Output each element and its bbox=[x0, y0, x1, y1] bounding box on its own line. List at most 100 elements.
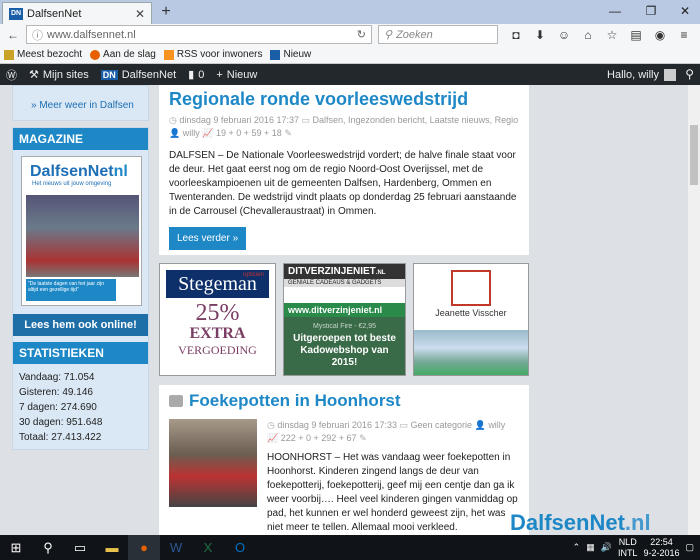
outlook-icon[interactable]: O bbox=[224, 535, 256, 560]
close-window-button[interactable]: ✕ bbox=[670, 0, 700, 22]
new-tab-button[interactable]: + bbox=[156, 2, 176, 22]
tab-title: DalfsenNet bbox=[27, 7, 82, 20]
stat-row: Vandaag: 71.054 bbox=[19, 372, 95, 383]
sites-icon: ⚒ bbox=[29, 69, 39, 81]
article-author[interactable]: willy bbox=[183, 128, 200, 138]
stat-row: 30 dagen: 951.648 bbox=[19, 417, 103, 428]
back-button[interactable]: ← bbox=[4, 26, 22, 44]
edit-icon[interactable]: ✎ bbox=[359, 433, 367, 443]
network-icon[interactable]: ▦ bbox=[586, 542, 595, 553]
magazine-photo bbox=[26, 195, 139, 277]
browser-tab[interactable]: DN DalfsenNet ✕ bbox=[2, 2, 152, 24]
ditv-url: www.ditverzinjeniet.nl bbox=[284, 303, 405, 317]
page-content: » Meer weer in Dalfsen MAGAZINE DalfsenN… bbox=[0, 85, 700, 535]
bookmark-list-icon[interactable]: ▤ bbox=[626, 26, 646, 44]
excel-icon[interactable]: X bbox=[192, 535, 224, 560]
article-card: Foekepotten in Hoonhorst ◷ dinsdag 9 feb… bbox=[159, 385, 529, 535]
chart-icon: 📈 bbox=[267, 433, 279, 443]
search-icon: ⚲ bbox=[384, 29, 393, 41]
stats-list: Vandaag: 71.054 Gisteren: 49.146 7 dagen… bbox=[13, 370, 148, 449]
chevron-up-icon[interactable]: ⌃ bbox=[573, 542, 581, 553]
ditv-subtitle: GENIALE CADEAUS & GADGETS bbox=[284, 279, 405, 287]
windows-start-icon[interactable]: ⊞ bbox=[0, 535, 32, 560]
wordpress-logo-icon[interactable]: Ⓦ bbox=[0, 64, 23, 85]
comments-link[interactable]: ▮ 0 bbox=[182, 64, 210, 85]
comment-icon: ▮ bbox=[188, 69, 195, 81]
article-category[interactable]: Geen categorie bbox=[411, 420, 473, 430]
sync-icon[interactable]: ◉ bbox=[650, 26, 670, 44]
lees-online-button[interactable]: Lees hem ook online! bbox=[13, 314, 148, 336]
task-view-icon[interactable]: ▭ bbox=[64, 535, 96, 560]
edit-icon[interactable]: ✎ bbox=[284, 128, 292, 138]
download-icon[interactable]: ⬇ bbox=[530, 26, 550, 44]
ditv-body: Mystical Fire - €2,95 Uitgeroepen tot be… bbox=[284, 317, 405, 375]
site-name-link[interactable]: DN DalfsenNet bbox=[95, 64, 182, 85]
magazine-cover[interactable]: DalfsenNetnl Het nieuws uit jouw omgevin… bbox=[21, 156, 142, 306]
read-more-button[interactable]: Lees verder » bbox=[169, 227, 247, 250]
bookmark-nieuw[interactable]: Nieuw bbox=[270, 49, 311, 60]
stegeman-vergoeding: VERGOEDING bbox=[178, 343, 257, 357]
new-content-link[interactable]: + Nieuw bbox=[210, 64, 263, 85]
bookmarks-toolbar: Meest bezocht Aan de slag RSS voor inwon… bbox=[0, 46, 700, 64]
chart-icon: 📈 bbox=[202, 128, 214, 138]
search-input[interactable]: ⚲ Zoeken bbox=[378, 25, 498, 44]
scrollbar[interactable] bbox=[688, 85, 700, 535]
system-tray: ⌃ ▦ 🔊 NLD INTL 22:54 9-2-2016 ▢ bbox=[573, 535, 700, 560]
magazine-header: MAGAZINE bbox=[13, 128, 148, 150]
clock-icon: ◷ bbox=[169, 115, 177, 125]
rss-icon bbox=[163, 49, 174, 60]
article-title[interactable]: Regionale ronde voorleeswedstrijd bbox=[169, 85, 519, 110]
maximize-button[interactable]: ❐ bbox=[636, 0, 666, 22]
bookmark-meest-bezocht[interactable]: Meest bezocht bbox=[4, 49, 82, 60]
ad-jeanette-visscher[interactable]: Jeanette Visscher bbox=[413, 263, 529, 376]
star-icon bbox=[4, 49, 14, 60]
article-author[interactable]: willy bbox=[488, 420, 505, 430]
info-icon[interactable]: ⓘ bbox=[32, 27, 43, 43]
mijn-sites-link[interactable]: ⚒ Mijn sites bbox=[23, 64, 95, 85]
stat-row: Totaal: 27.413.422 bbox=[19, 432, 102, 443]
close-tab-icon[interactable]: ✕ bbox=[135, 7, 145, 21]
jv-name: Jeanette Visscher bbox=[435, 308, 507, 318]
notification-icon[interactable]: ▢ bbox=[685, 542, 694, 553]
ad-ditverzinjeniet[interactable]: DITVERZINJENIET.NL GENIALE CADEAUS & GAD… bbox=[283, 263, 406, 376]
clock-icon: ◷ bbox=[267, 420, 275, 430]
dalfsennet-watermark: DalfsenNet.nl bbox=[510, 510, 651, 535]
magazine-subtitle: Het nieuws uit jouw omgeving bbox=[32, 181, 112, 187]
ditv-suffix: .NL bbox=[375, 270, 386, 276]
language-indicator[interactable]: NLD INTL bbox=[618, 537, 638, 559]
ad-stegeman[interactable]: Stegeman opticien 25% EXTRA VERGOEDING bbox=[159, 263, 276, 376]
article-photo[interactable] bbox=[169, 419, 257, 507]
home-icon[interactable]: ⌂ bbox=[578, 26, 598, 44]
url-text: www.dalfsennet.nl bbox=[47, 28, 136, 41]
clock[interactable]: 22:54 9-2-2016 bbox=[643, 537, 679, 559]
search-placeholder: Zoeken bbox=[396, 28, 433, 41]
article-title[interactable]: Foekepotten in Hoonhorst bbox=[189, 391, 401, 411]
search-icon[interactable]: ⚲ bbox=[685, 67, 694, 81]
minimize-button[interactable]: — bbox=[600, 0, 630, 22]
file-explorer-icon[interactable]: ▬ bbox=[96, 535, 128, 560]
main-content: Regionale ronde voorleeswedstrijd ◷ dins… bbox=[159, 85, 529, 535]
reload-icon[interactable]: ↻ bbox=[357, 28, 366, 41]
ditv-price: Mystical Fire - €2,95 bbox=[312, 323, 377, 330]
emoji-icon[interactable]: ☺ bbox=[554, 26, 574, 44]
address-bar[interactable]: ⓘ www.dalfsennet.nl ↻ bbox=[26, 25, 372, 44]
pocket-icon[interactable]: ◘ bbox=[506, 26, 526, 44]
firefox-icon[interactable]: ● bbox=[128, 535, 160, 560]
article-stats: 19 + 0 + 59 + 18 bbox=[215, 128, 282, 138]
ad-row: Stegeman opticien 25% EXTRA VERGOEDING D… bbox=[159, 263, 529, 376]
bookmark-star-icon[interactable]: ☆ bbox=[602, 26, 622, 44]
meer-weer-link[interactable]: » Meer weer in Dalfsen bbox=[13, 86, 148, 120]
volume-icon[interactable]: 🔊 bbox=[601, 542, 612, 553]
word-icon[interactable]: W bbox=[160, 535, 192, 560]
menu-icon[interactable]: ≡ bbox=[674, 26, 694, 44]
magazine-widget: MAGAZINE DalfsenNetnl Het nieuws uit jou… bbox=[12, 127, 149, 450]
avatar bbox=[664, 68, 676, 81]
bookmark-rss[interactable]: RSS voor inwoners bbox=[163, 49, 262, 60]
scrollbar-thumb[interactable] bbox=[690, 125, 698, 185]
ditv-title: DITVERZINJENIET bbox=[288, 266, 376, 277]
bookmark-aan-de-slag[interactable]: Aan de slag bbox=[90, 49, 156, 60]
article-categories[interactable]: Dalfsen, Ingezonden bericht, Laatste nie… bbox=[313, 115, 519, 125]
windows-taskbar: ⊞ ⚲ ▭ ▬ ● W X O ⌃ ▦ 🔊 NLD INTL 22:54 9-2… bbox=[0, 535, 700, 560]
search-icon[interactable]: ⚲ bbox=[32, 535, 64, 560]
account-menu[interactable]: Hallo, willy bbox=[607, 64, 676, 85]
